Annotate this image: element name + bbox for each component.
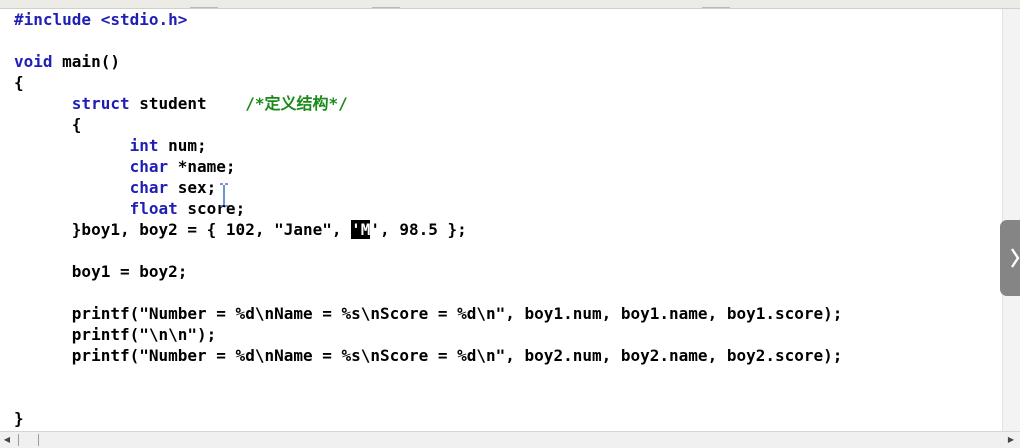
code-line[interactable]: }boy1, boy2 = { 102, "Jane", 'M', 98.5 }…: [14, 219, 467, 240]
code-line[interactable]: {: [14, 114, 82, 135]
toolbar-tab-edge: [372, 0, 400, 8]
chevron-right-icon: [1011, 248, 1020, 268]
code-text: printf("Number = %d\nName = %s\nScore = …: [14, 304, 843, 323]
scrollbar-separator: [18, 434, 19, 446]
code-text: }boy1, boy2 = { 102, "Jane",: [14, 220, 352, 239]
selected-text: 'M: [351, 220, 371, 239]
code-text: printf("\n\n");: [14, 325, 217, 344]
code-line[interactable]: }: [14, 408, 24, 429]
code-text: boy1 = boy2;: [14, 262, 188, 281]
text-cursor-icon: [220, 183, 228, 207]
code-line[interactable]: int num;: [14, 135, 207, 156]
code-editor[interactable]: #include <stdio.h> void main(){ struct st…: [0, 9, 1002, 431]
top-toolbar-strip: [0, 0, 1020, 9]
code-text: {: [14, 115, 82, 134]
code-line[interactable]: printf("Number = %d\nName = %s\nScore = …: [14, 345, 843, 366]
code-text: }: [14, 409, 24, 428]
code-line[interactable]: char sex;: [14, 177, 217, 198]
code-line[interactable]: printf("Number = %d\nName = %s\nScore = …: [14, 303, 843, 324]
code-text: *name;: [168, 157, 236, 176]
code-line[interactable]: struct student /*定义结构*/: [14, 93, 348, 114]
code-text: student: [129, 94, 246, 113]
code-keyword: char: [129, 157, 169, 176]
code-line[interactable]: void main(): [14, 51, 120, 72]
code-keyword: struct: [71, 94, 130, 113]
code-text: main(): [52, 52, 120, 71]
horizontal-scrollbar[interactable]: ◀ ▶: [0, 431, 1020, 448]
code-text: printf("Number = %d\nName = %s\nScore = …: [14, 346, 843, 365]
code-line[interactable]: printf("\n\n");: [14, 324, 217, 345]
code-line[interactable]: char *name;: [14, 156, 236, 177]
code-text: num;: [158, 136, 207, 155]
scroll-right-arrow-icon[interactable]: ▶: [1004, 432, 1018, 448]
code-keyword: void: [14, 52, 53, 71]
scrollbar-separator: [38, 434, 39, 446]
code-keyword: float: [129, 199, 178, 218]
code-keyword: char: [129, 178, 169, 197]
code-keyword: int: [129, 136, 159, 155]
side-panel-toggle-button[interactable]: [1000, 220, 1020, 296]
code-text: sex;: [168, 178, 217, 197]
code-keyword: #include <stdio.h>: [14, 10, 188, 29]
code-line[interactable]: {: [14, 72, 24, 93]
scroll-left-arrow-icon[interactable]: ◀: [0, 432, 14, 448]
code-text: ', 98.5 };: [370, 220, 467, 239]
code-line[interactable]: #include <stdio.h>: [14, 9, 187, 30]
toolbar-tab-edge: [190, 0, 218, 8]
toolbar-tab-edge: [702, 0, 730, 8]
code-line[interactable]: boy1 = boy2;: [14, 261, 188, 282]
code-comment: /*定义结构*/: [245, 94, 348, 113]
code-text: {: [14, 73, 24, 92]
code-text: score;: [177, 199, 246, 218]
code-line[interactable]: float score;: [14, 198, 246, 219]
